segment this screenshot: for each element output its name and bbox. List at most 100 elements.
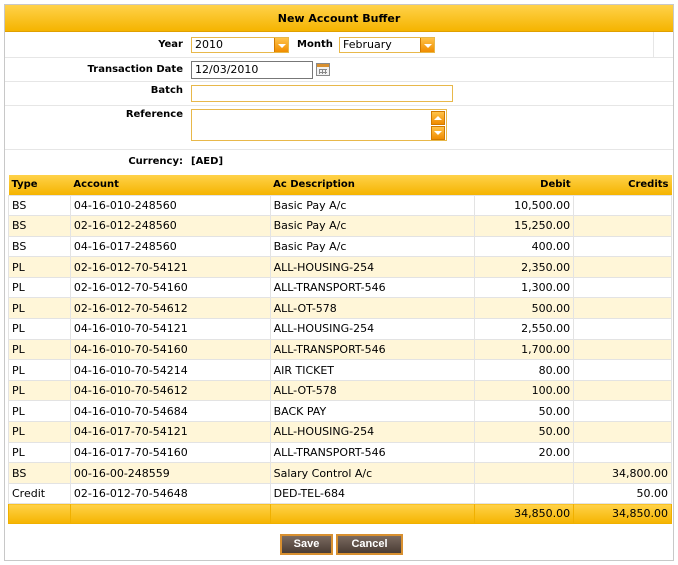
cell-account: 04-16-017-70-54160 [69,441,271,464]
cell-account: 04-16-010-70-54684 [69,400,271,423]
currency-value: [AED] [191,156,224,167]
table-row[interactable]: PL 02-16-012-70-54121 ALL-HOUSING-254 2,350… [8,256,672,278]
total-credit: 34,850.00 [573,503,672,525]
month-select[interactable]: February [339,37,435,53]
transactions-table: Type Account Ac Description Debit Credit… [8,175,672,525]
chevron-down-icon[interactable] [274,38,288,52]
cell-credit [573,400,672,423]
transaction-date-value: 12/03/2010 [195,63,259,76]
cell-credit [573,215,672,237]
cell-type: Credit [8,482,71,505]
header-type: Type [8,175,71,195]
cell-account: 04-16-010-70-54121 [69,318,271,340]
cell-account: 02-16-012-70-54612 [69,297,271,320]
panel-title: New Account Buffer [5,5,673,32]
cell-credit [573,276,672,299]
account-buffer-panel: New Account Buffer Year 2010 Month Febru… [4,4,674,561]
cell-account: 04-16-010-70-54160 [69,338,271,361]
cell-description: ALL-TRANSPORT-546 [269,276,476,299]
cell-debit: 80.00 [474,359,575,381]
cell-type: PL [8,318,71,340]
batch-label: Batch [150,85,183,96]
cancel-button[interactable]: Cancel [336,534,403,555]
table-row[interactable]: PL 04-16-017-70-54121 ALL-HOUSING-254 50.00 [8,421,672,443]
cell-type: BS [8,462,71,484]
cell-description: ALL-OT-578 [269,379,476,402]
cell-type: BS [8,235,71,258]
table-row[interactable]: PL 02-16-012-70-54612 ALL-OT-578 500.00 [8,297,672,320]
currency-label: Currency: [128,156,183,167]
table-row[interactable]: PL 04-16-010-70-54684 BACK PAY 50.00 [8,400,672,423]
cell-debit: 400.00 [474,235,575,258]
cell-debit: 100.00 [474,379,575,402]
year-label: Year [158,39,183,50]
total-empty-cell [8,503,71,525]
cell-credit [573,338,672,361]
cell-debit: 15,250.00 [474,215,575,237]
cell-credit [573,359,672,381]
save-button[interactable]: Save [280,534,333,555]
cell-credit [573,235,672,258]
reference-row: Reference [5,106,673,150]
table-row[interactable]: PL 04-16-010-70-54121 ALL-HOUSING-254 2,550… [8,318,672,340]
cell-account: 02-16-012-70-54121 [69,256,271,278]
total-debit: 34,850.00 [474,503,575,525]
cell-debit: 1,700.00 [474,338,575,361]
cell-type: PL [8,421,71,443]
cell-type: PL [8,441,71,464]
reference-label: Reference [125,109,183,120]
cell-description: ALL-TRANSPORT-546 [269,441,476,464]
table-row[interactable]: PL 04-16-010-70-54214 AIR TICKET 80.00 [8,359,672,381]
cell-type: PL [8,379,71,402]
year-select[interactable]: 2010 [191,37,289,53]
cell-credit [573,318,672,340]
cell-account: 04-16-017-70-54121 [69,421,271,443]
scroll-down-icon[interactable] [431,126,445,140]
cell-description: DED-TEL-684 [269,482,476,505]
table-row[interactable]: PL 02-16-012-70-54160 ALL-TRANSPORT-546 1,3… [8,276,672,299]
scroll-up-icon[interactable] [431,111,445,125]
cell-description: ALL-TRANSPORT-546 [269,338,476,361]
cell-debit: 50.00 [474,421,575,443]
cell-type: PL [8,256,71,278]
cell-credit: 34,800.00 [573,462,672,484]
cell-description: Salary Control A/c [269,462,476,484]
header-description: Ac Description [270,175,475,195]
header-credits: Credits [573,175,672,195]
table-row[interactable]: BS 02-16-012-248560 Basic Pay A/c 15,250.00 [8,215,672,237]
table-row[interactable]: PL 04-16-010-70-54612 ALL-OT-578 100.00 [8,379,672,402]
reference-textarea[interactable] [191,109,447,141]
cell-description: BACK PAY [269,400,476,423]
cell-account: 02-16-012-70-54160 [69,276,271,299]
year-month-row: Year 2010 Month February [5,32,673,58]
table-row[interactable]: BS 04-16-017-248560 Basic Pay A/c 400.00 [8,235,672,258]
batch-input[interactable] [191,85,453,102]
cell-account: 00-16-00-248559 [69,462,271,484]
cell-account: 04-16-010-70-54612 [69,379,271,402]
cell-type: BS [8,215,71,237]
cell-credit [573,421,672,443]
table-total-row: 34,850.00 34,850.00 [8,503,672,525]
table-row[interactable]: BS 04-16-010-248560 Basic Pay A/c 10,500.00 [8,194,672,217]
transaction-date-input[interactable]: 12/03/2010 [191,61,313,79]
table-row[interactable]: PL 04-16-017-70-54160 ALL-TRANSPORT-546 20.… [8,441,672,464]
cell-credit: 50.00 [573,482,672,505]
cell-description: Basic Pay A/c [269,215,476,237]
table-row[interactable]: Credit 02-16-012-70-54648 DED-TEL-684 50.00 [8,482,672,505]
cell-account: 02-16-012-248560 [69,215,271,237]
cell-debit [474,482,575,505]
cell-account: 02-16-012-70-54648 [69,482,271,505]
table-row[interactable]: BS 00-16-00-248559 Salary Control A/c 34,80… [8,462,672,484]
cell-account: 04-16-010-248560 [69,194,271,217]
cell-debit: 50.00 [474,400,575,423]
cell-credit [573,297,672,320]
cell-type: PL [8,359,71,381]
table-body: BS 04-16-010-248560 Basic Pay A/c 10,500.00… [8,194,672,525]
table-row[interactable]: PL 04-16-010-70-54160 ALL-TRANSPORT-546 1,7… [8,338,672,361]
calendar-icon[interactable] [316,63,330,76]
cell-debit: 20.00 [474,441,575,464]
cell-description: ALL-HOUSING-254 [269,318,476,340]
cell-debit: 10,500.00 [474,194,575,217]
cell-description: Basic Pay A/c [269,235,476,258]
chevron-down-icon[interactable] [420,38,434,52]
